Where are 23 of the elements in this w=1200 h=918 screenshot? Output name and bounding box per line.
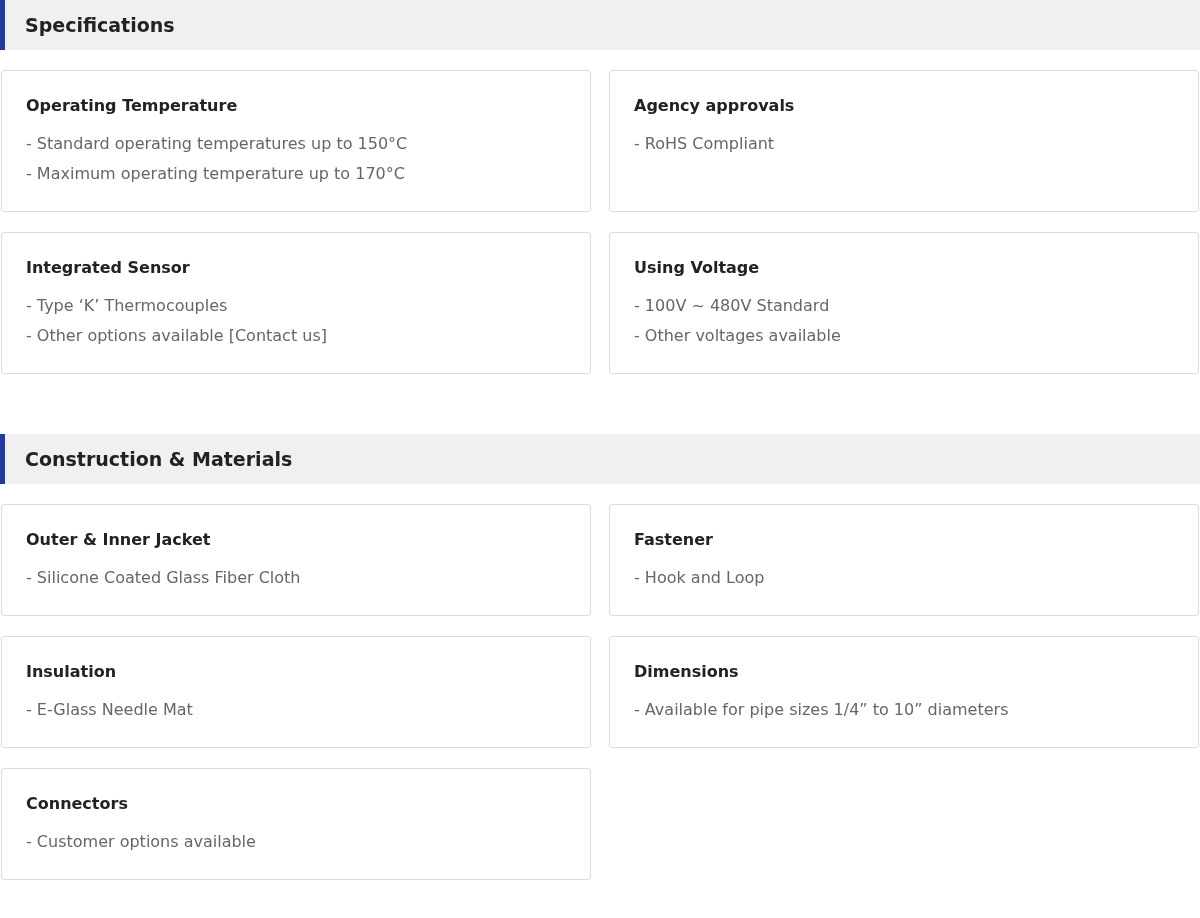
card-title: Connectors [26, 793, 129, 815]
card-title: Dimensions [634, 661, 740, 683]
card-title: Operating Temperature [26, 95, 239, 117]
spec-line: - Silicone Coated Glass Fiber Cloth [26, 567, 302, 589]
spec-line: - Type ‘K’ Thermocouples [26, 295, 229, 317]
spec-line: - Other options available [Contact us] [26, 325, 328, 347]
card-title: Using Voltage [634, 257, 761, 279]
section-heading: Specifications [0, 0, 1200, 50]
card-title: Integrated Sensor [26, 257, 191, 279]
spec-line: - Customer options available [26, 831, 257, 853]
spec-line: - RoHS Compliant [634, 133, 776, 155]
section-heading: Construction & Materials [0, 434, 1200, 484]
spec-line: - Other voltages available [634, 325, 842, 347]
card-title: Agency approvals [634, 95, 796, 117]
card-title: Fastener [634, 529, 714, 551]
spec-line: - Standard operating temperatures up to 150°C [26, 133, 409, 155]
spec-line: - E-Glass Needle Mat [26, 699, 194, 721]
spec-line: - Available for pipe sizes 1/4” to 10” diameters [634, 699, 1010, 721]
spec-line: - 100V ~ 480V Standard [634, 295, 831, 317]
card-title: Outer & Inner Jacket [26, 529, 212, 551]
spec-line: - Hook and Loop [634, 567, 766, 589]
spec-line: - Maximum operating temperature up to 170°C [26, 163, 406, 185]
card-title: Insulation [26, 661, 118, 683]
